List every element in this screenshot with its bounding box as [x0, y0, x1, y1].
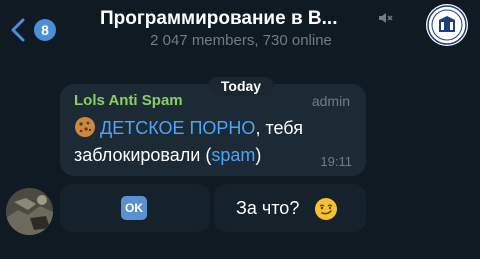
message-time: 19:11: [320, 154, 352, 169]
back-arrow-icon: [11, 18, 25, 42]
chat-screen: 8 Программирование в В... 2 047 members,…: [0, 0, 480, 259]
ok-emoji-icon: OK: [121, 196, 147, 220]
ok-button[interactable]: OK: [60, 184, 210, 232]
smirk-emoji-icon: [315, 198, 337, 220]
mute-icon: [377, 10, 393, 26]
message-sender[interactable]: Lols Anti Spam: [74, 92, 183, 110]
sender-avatar[interactable]: [6, 188, 53, 235]
chat-subtitle: 2 047 members, 730 online: [150, 32, 332, 49]
chat-title[interactable]: Программирование в В...: [100, 7, 382, 31]
why-button[interactable]: За что?: [214, 184, 366, 232]
back-button[interactable]: 8: [6, 13, 60, 47]
chat-header: 8 Программирование в В... 2 047 members,…: [0, 0, 480, 58]
message-link[interactable]: ДЕТСКОЕ ПОРНО: [100, 118, 255, 138]
message-bubble[interactable]: Lols Anti Spam admin ДЕТСКОЕ ПОРНО, тебя…: [60, 84, 366, 176]
cookie-emoji-icon: [75, 117, 95, 137]
chat-avatar-logo[interactable]: [426, 4, 468, 46]
why-button-label: За что?: [236, 198, 300, 218]
sender-role: admin: [311, 93, 350, 109]
date-pill: Today: [208, 77, 274, 96]
unread-badge: 8: [34, 19, 56, 41]
message-text-end: ): [255, 145, 262, 165]
message-text: ДЕТСКОЕ ПОРНО, тебя заблокировали (spam): [74, 115, 314, 169]
spam-link[interactable]: spam: [211, 145, 255, 165]
